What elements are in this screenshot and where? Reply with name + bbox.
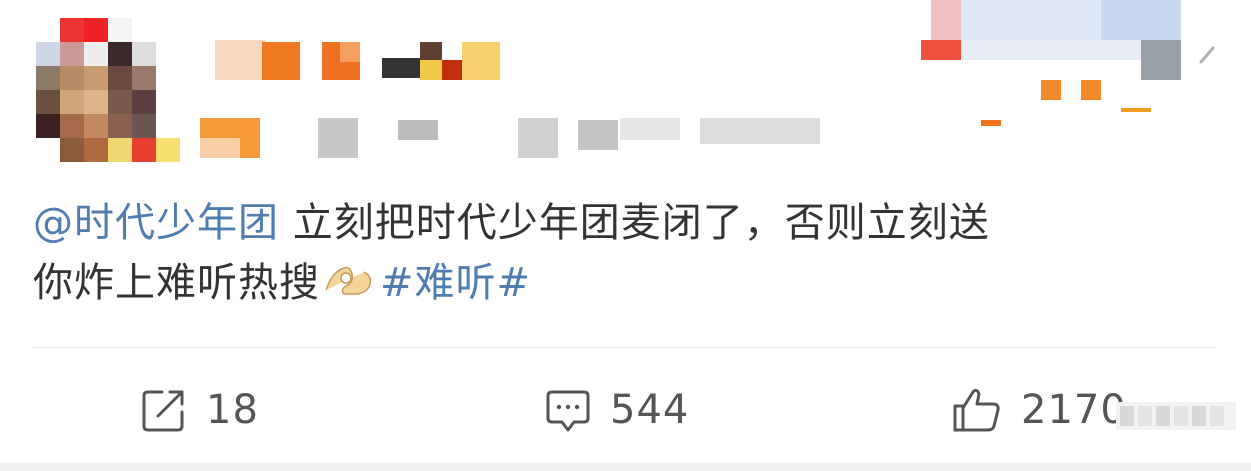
like-button[interactable]: 2170 bbox=[951, 382, 1127, 438]
action-bar: 18 544 2170 bbox=[0, 370, 1251, 450]
post-text: @时代少年团 立刻把时代少年团麦闭了，否则立刻送 你炸上难听热搜 #难听# bbox=[33, 193, 1223, 313]
topic-link[interactable]: #难听# bbox=[380, 260, 531, 306]
watermark-redacted bbox=[1116, 398, 1236, 434]
like-icon bbox=[953, 388, 1000, 432]
like-count: 2170 bbox=[1021, 387, 1127, 433]
comment-button[interactable]: 544 bbox=[544, 382, 689, 438]
mention-link[interactable]: @时代少年团 bbox=[33, 200, 279, 246]
ok-hand-emoji bbox=[322, 257, 374, 297]
more-chevron-icon[interactable] bbox=[1195, 44, 1219, 80]
repost-button[interactable]: 18 bbox=[140, 382, 259, 438]
avatar[interactable] bbox=[36, 18, 180, 162]
post-text-line2: 你炸上难听热搜 bbox=[33, 260, 320, 306]
comment-count: 544 bbox=[610, 387, 690, 433]
repost-count: 18 bbox=[206, 387, 259, 433]
post-header bbox=[0, 0, 1251, 175]
repost-icon bbox=[142, 390, 184, 432]
post-text-line1: 立刻把时代少年团麦闭了，否则立刻送 bbox=[279, 200, 990, 246]
comment-icon bbox=[546, 390, 590, 432]
divider bbox=[33, 347, 1215, 348]
bottom-separator bbox=[0, 463, 1251, 471]
